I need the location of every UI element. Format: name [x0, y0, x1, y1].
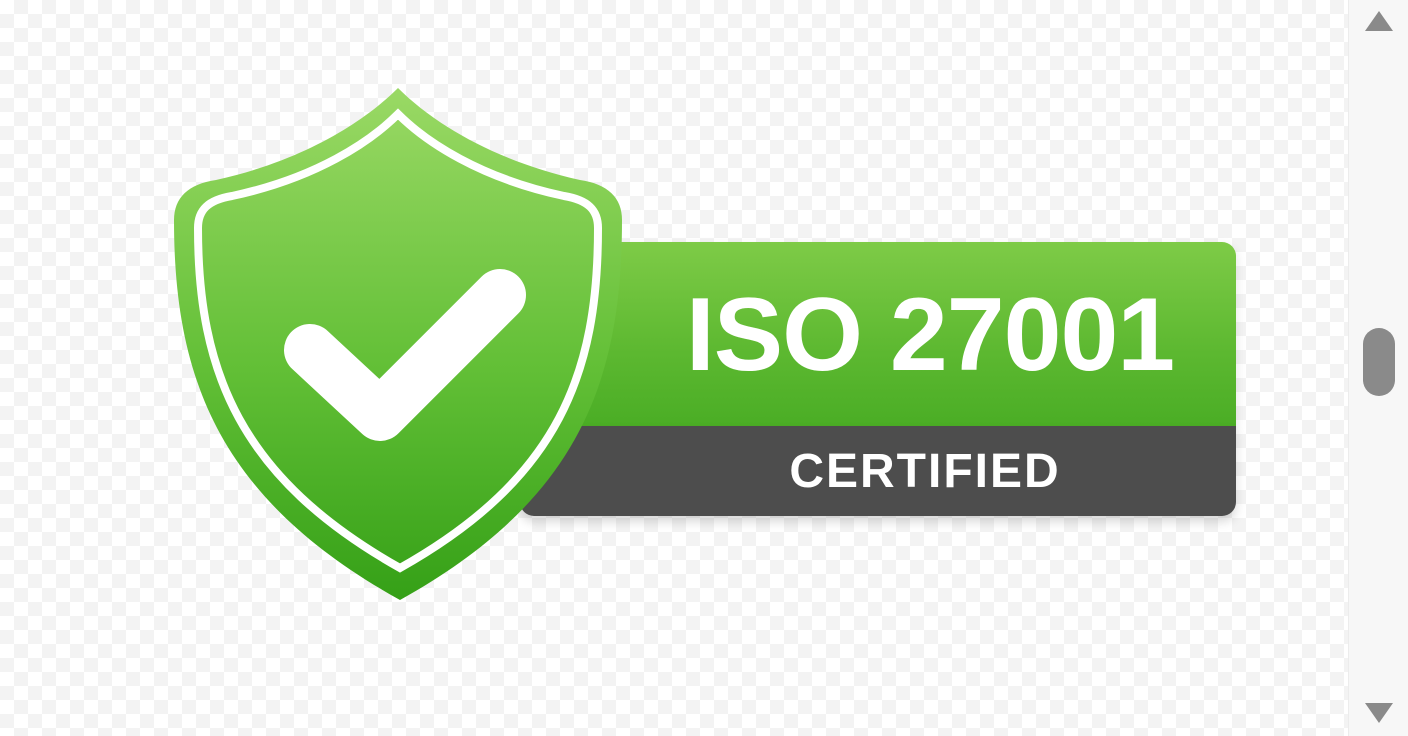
- vertical-scrollbar[interactable]: [1348, 0, 1408, 736]
- badge-subtitle: CERTIFIED: [789, 445, 1061, 498]
- scroll-down-button[interactable]: [1361, 698, 1397, 728]
- triangle-up-icon: [1365, 11, 1393, 31]
- shield-icon: [174, 88, 622, 600]
- image-canvas: ISO 27001 CERTIFIED: [0, 0, 1348, 736]
- scroll-up-button[interactable]: [1361, 6, 1397, 36]
- iso-certified-badge: ISO 27001 CERTIFIED: [0, 0, 1348, 736]
- scrollbar-thumb[interactable]: [1363, 328, 1395, 396]
- badge-title: ISO 27001: [685, 277, 1175, 393]
- triangle-down-icon: [1365, 703, 1393, 723]
